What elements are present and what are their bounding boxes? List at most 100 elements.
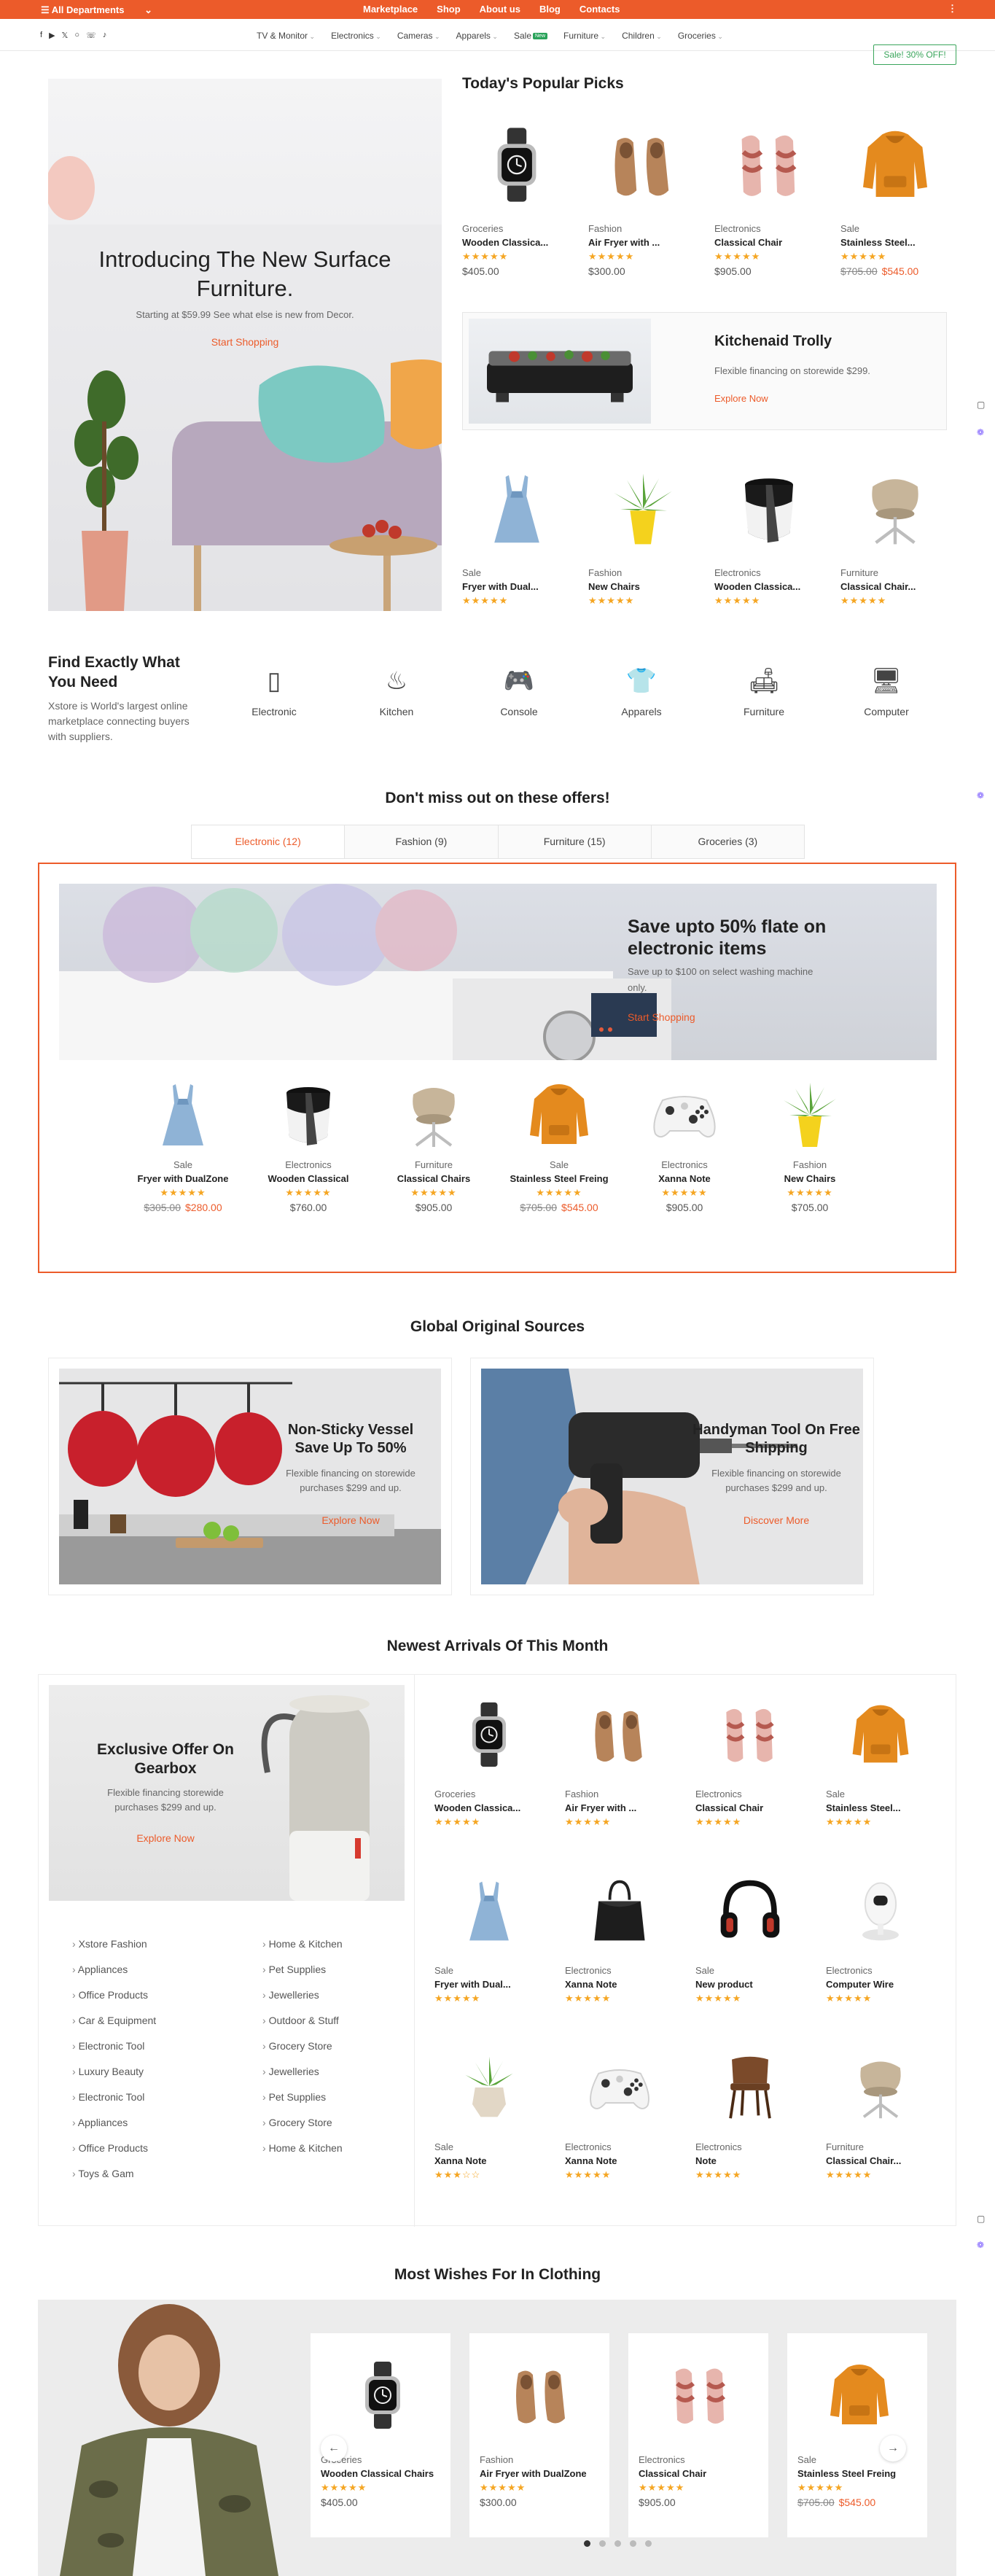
compare-icon-2[interactable]: ▢: [977, 2214, 985, 2224]
product-image[interactable]: [714, 455, 824, 563]
product-card[interactable]: Sale Fryer with Dual... ★★★★★: [434, 1861, 544, 2004]
product-image[interactable]: [565, 1685, 674, 1784]
gearbox-explore-link[interactable]: Explore Now: [93, 1832, 238, 1844]
cat-electronics[interactable]: Electronics: [331, 31, 381, 41]
product-name[interactable]: New product: [695, 1979, 805, 1990]
facebook-icon[interactable]: f: [40, 31, 42, 40]
product-name[interactable]: Classical Chair...: [840, 581, 950, 592]
cat-apparels[interactable]: Apparels: [456, 31, 498, 41]
trolly-explore-link[interactable]: Explore Now: [714, 393, 768, 404]
vessel-explore-link[interactable]: Explore Now: [278, 1514, 424, 1526]
product-name[interactable]: Classical Chair: [714, 237, 824, 248]
product-card[interactable]: Fashion Air Fryer with DualZone ★★★★★ $300.…: [480, 2340, 604, 2508]
product-name[interactable]: Computer Wire: [826, 1979, 935, 1990]
tab-electronic[interactable]: Electronic (12): [192, 825, 346, 858]
theme-icon-3[interactable]: ❁: [977, 2240, 984, 2250]
more-icon[interactable]: ⋮: [948, 3, 957, 15]
product-card[interactable]: Groceries Wooden Classica... ★★★★★: [434, 1685, 544, 1828]
product-name[interactable]: New Chairs: [755, 1173, 865, 1184]
product-name[interactable]: Xanna Note: [565, 2155, 674, 2166]
product-image[interactable]: [434, 1685, 544, 1784]
product-image[interactable]: [639, 2340, 762, 2450]
cat-tv-monitor[interactable]: TV & Monitor: [257, 31, 315, 41]
product-image[interactable]: [840, 111, 950, 219]
product-image[interactable]: [755, 1075, 865, 1155]
product-name[interactable]: Wooden Classica...: [462, 237, 571, 248]
cat-cameras[interactable]: Cameras: [397, 31, 440, 41]
product-image[interactable]: [714, 111, 824, 219]
carousel-dot-5[interactable]: [645, 2540, 652, 2547]
product-card[interactable]: Sale Stainless Steel... ★★★★★ $705.00 $545.0…: [840, 111, 950, 277]
washing-cta-link[interactable]: Start Shopping: [628, 1011, 695, 1023]
product-card[interactable]: Fashion Air Fryer with ... ★★★★★: [565, 1685, 674, 1828]
tiktok-icon[interactable]: ♪: [103, 31, 107, 40]
product-image[interactable]: [379, 1075, 488, 1155]
product-image[interactable]: [630, 1075, 739, 1155]
cat-sale[interactable]: Sale New: [514, 31, 548, 41]
product-name[interactable]: Xanna Note: [434, 2155, 544, 2166]
product-name[interactable]: Xanna Note: [565, 1979, 674, 1990]
product-image[interactable]: [128, 1075, 238, 1155]
product-image[interactable]: [826, 1685, 935, 1784]
cat-groceries[interactable]: Groceries: [678, 31, 723, 41]
carousel-dot-3[interactable]: [614, 2540, 621, 2547]
product-card[interactable]: Electronics Classical Chair ★★★★★ $905.00: [639, 2340, 762, 2508]
sale-30-button[interactable]: Sale! 30% OFF!: [873, 44, 956, 65]
product-name[interactable]: Note: [695, 2155, 805, 2166]
tab-furniture[interactable]: Furniture (15): [498, 825, 652, 858]
product-image[interactable]: [588, 111, 698, 219]
product-name[interactable]: Wooden Classica...: [714, 581, 824, 592]
product-name[interactable]: Wooden Classical: [254, 1173, 363, 1184]
product-card[interactable]: Electronics Xanna Note ★★★★★: [565, 2038, 674, 2181]
category-link[interactable]: Xstore Fashion: [72, 1938, 147, 1950]
product-image[interactable]: [565, 2038, 674, 2137]
product-name[interactable]: Stainless Steel Freing: [797, 2468, 921, 2479]
category-link[interactable]: Home & Kitchen: [262, 2142, 343, 2154]
product-card[interactable]: Sale Xanna Note ★★★☆☆: [434, 2038, 544, 2181]
nav-contacts[interactable]: Contacts: [580, 4, 620, 15]
product-image[interactable]: [797, 2340, 921, 2450]
product-image[interactable]: [826, 2038, 935, 2137]
product-card[interactable]: Electronics Xanna Note ★★★★★ $905.00: [630, 1075, 739, 1213]
carousel-prev-button[interactable]: ←: [321, 2435, 347, 2462]
product-card[interactable]: Sale Stainless Steel Freing ★★★★★ $705.00 $5…: [504, 1075, 614, 1213]
product-card[interactable]: Electronics Computer Wire ★★★★★: [826, 1861, 935, 2004]
category-link[interactable]: Electronic Tool: [72, 2040, 145, 2052]
category-link[interactable]: Car & Equipment: [72, 2015, 157, 2026]
product-image[interactable]: [480, 2340, 604, 2450]
category-link[interactable]: Toys & Gam: [72, 2168, 133, 2179]
product-image[interactable]: [254, 1075, 363, 1155]
product-card[interactable]: Electronics Xanna Note ★★★★★: [565, 1861, 674, 2004]
category-link[interactable]: Luxury Beauty: [72, 2066, 144, 2077]
product-image[interactable]: [695, 2038, 805, 2137]
product-card[interactable]: Sale Fryer with DualZone ★★★★★ $305.00 $280.…: [128, 1075, 238, 1213]
product-card[interactable]: Groceries Wooden Classica... ★★★★★ $405.00: [462, 111, 571, 277]
category-link[interactable]: Grocery Store: [262, 2040, 332, 2052]
product-card[interactable]: Electronics Wooden Classical ★★★★★ $760.00: [254, 1075, 363, 1213]
product-card[interactable]: Fashion New Chairs ★★★★★: [588, 455, 698, 607]
all-departments-menu[interactable]: ☰ All Departments ⌄: [41, 4, 152, 16]
product-card[interactable]: Sale Fryer with Dual... ★★★★★: [462, 455, 571, 607]
product-image[interactable]: [462, 111, 571, 219]
cat-furniture[interactable]: Furniture: [563, 31, 606, 41]
category-link[interactable]: Appliances: [72, 1964, 128, 1975]
product-card[interactable]: Furniture Classical Chairs ★★★★★ $905.00: [379, 1075, 488, 1213]
product-name[interactable]: Classical Chairs: [379, 1173, 488, 1184]
category-link[interactable]: Outdoor & Stuff: [262, 2015, 339, 2026]
carousel-dot-1[interactable]: [584, 2540, 590, 2547]
category-computer[interactable]: 🖥 Computer: [843, 664, 930, 717]
nav-shop[interactable]: Shop: [437, 4, 461, 15]
category-link[interactable]: Office Products: [72, 1989, 148, 2001]
youtube-icon[interactable]: ▶: [49, 31, 55, 40]
product-image[interactable]: [826, 1861, 935, 1961]
theme-icon[interactable]: ❁: [977, 427, 984, 437]
product-name[interactable]: Air Fryer with ...: [565, 1802, 674, 1813]
product-name[interactable]: Xanna Note: [630, 1173, 739, 1184]
product-image[interactable]: [695, 1861, 805, 1961]
category-console[interactable]: 🎮 Console: [475, 664, 563, 717]
product-card[interactable]: Furniture Classical Chair... ★★★★★: [840, 455, 950, 607]
carousel-dot-2[interactable]: [599, 2540, 606, 2547]
x-icon[interactable]: 𝕏: [62, 31, 69, 40]
product-card[interactable]: Fashion New Chairs ★★★★★ $705.00: [755, 1075, 865, 1213]
product-card[interactable]: Electronics Note ★★★★★: [695, 2038, 805, 2181]
